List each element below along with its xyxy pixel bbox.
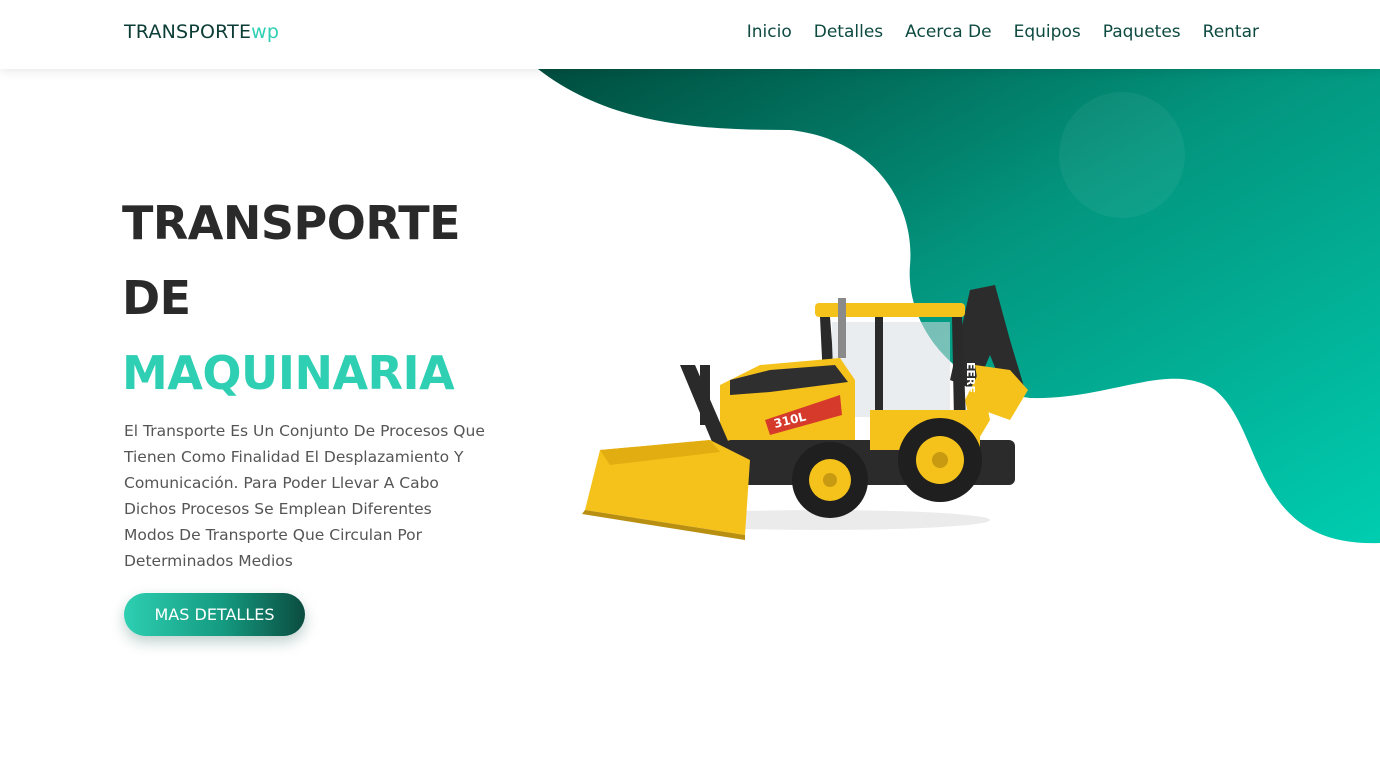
nav-link-acerca-de[interactable]: Acerca De: [905, 22, 991, 42]
logo-main-text: TRANSPORTE: [124, 21, 252, 43]
machine-brand-label: EERE: [964, 362, 977, 393]
nav-link-equipos[interactable]: Equipos: [1014, 22, 1081, 42]
main-nav: Inicio Detalles Acerca De Equipos Paquet…: [747, 22, 1259, 42]
nav-link-rentar[interactable]: Rentar: [1203, 22, 1259, 42]
nav-link-inicio[interactable]: Inicio: [747, 22, 792, 42]
nav-link-detalles[interactable]: Detalles: [814, 22, 883, 42]
backhoe-loader-image: 310L EERE: [582, 285, 1028, 540]
site-logo[interactable]: TRANSPORTEwp: [124, 21, 279, 43]
top-navbar: TRANSPORTEwp Inicio Detalles Acerca De E…: [0, 0, 1380, 69]
landing-page: 310L EERE TRANSPORTEwp Inicio Detalles A…: [0, 0, 1380, 763]
logo-accent-text: wp: [251, 21, 280, 43]
nav-link-paquetes[interactable]: Paquetes: [1103, 22, 1181, 42]
